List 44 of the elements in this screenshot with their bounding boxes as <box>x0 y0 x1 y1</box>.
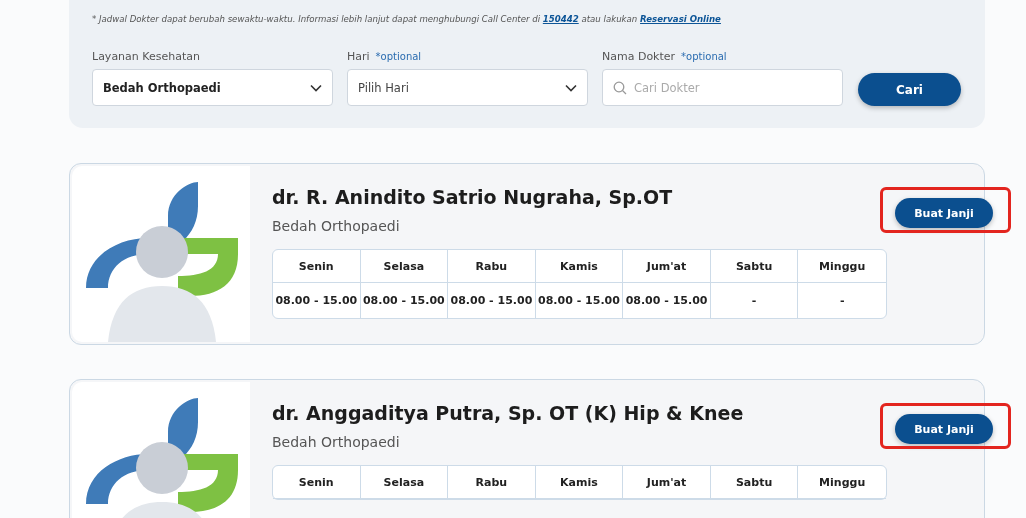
reservation-link[interactable]: Reservasi Online <box>640 14 721 24</box>
search-icon <box>613 81 627 95</box>
dropdown-field[interactable]: Bedah Orthopaedi <box>92 69 333 106</box>
optional-hint: *optional <box>375 51 422 62</box>
day-header: Minggu <box>798 250 886 283</box>
field-label: Hari <box>347 50 370 63</box>
appointment-button[interactable]: Buat Janji <box>895 198 993 228</box>
day-header: Jum'at <box>623 466 711 499</box>
schedule-note: * Jadwal Dokter dapat berubah sewaktu-waktu. Informasi lebih lanjut dapat menghubungi Call Center di 150442 atau lakukan Reservasi Online <box>92 14 722 24</box>
phone-link[interactable]: 150442 <box>542 14 579 24</box>
day-header: Rabu <box>448 466 536 499</box>
table-cell: 08.00 - 15.00 <box>273 283 361 318</box>
table-cell: 08.00 - 15.00 <box>535 283 624 318</box>
table-cell: 08.00 - 15.00 <box>360 283 449 318</box>
search-button[interactable]: Cari <box>858 73 961 106</box>
day-header: Minggu <box>798 466 886 499</box>
day-header: Rabu <box>448 250 536 283</box>
search-field[interactable]: Cari Dokter <box>602 69 843 106</box>
field-label: Layanan Kesehatan <box>92 50 200 63</box>
day-header: Kamis <box>535 250 624 283</box>
day-header: Jum'at <box>623 250 711 283</box>
chevron-down-icon <box>310 83 322 92</box>
specialty-text: Bedah Orthopaedi <box>272 218 401 234</box>
field-label: Nama Dokter <box>602 50 676 63</box>
chevron-down-icon <box>565 83 577 92</box>
day-header: Senin <box>273 466 361 499</box>
day-header: Selasa <box>360 250 449 283</box>
dropdown-field[interactable]: Pilih Hari <box>347 69 588 106</box>
optional-hint: *optional <box>681 51 727 62</box>
day-header: Kamis <box>535 466 624 499</box>
table-cell: 08.00 - 15.00 <box>623 283 711 318</box>
table-cell: 08.00 - 15.00 <box>448 283 536 318</box>
dropdown-value: Bedah Orthopaedi <box>103 80 221 95</box>
specialty-text: Bedah Orthopaedi <box>272 434 401 450</box>
table-cell: - <box>710 283 799 318</box>
appointment-button[interactable]: Buat Janji <box>895 414 993 444</box>
day-header: Selasa <box>360 466 449 499</box>
dropdown-placeholder: Pilih Hari <box>358 80 409 95</box>
doctor-name: dr. R. Anindito Satrio Nugraha, Sp.OT <box>272 186 674 208</box>
day-header: Senin <box>273 250 361 283</box>
day-header: Sabtu <box>710 250 799 283</box>
day-header: Sabtu <box>710 466 799 499</box>
doctor-name: dr. Anggaditya Putra, Sp. OT (K) Hip & Knee <box>272 402 745 424</box>
table-cell-text: - <box>838 293 846 309</box>
